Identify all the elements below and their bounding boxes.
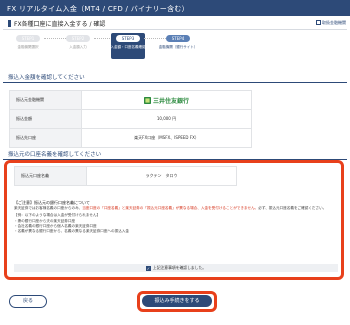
- step-label: 金融機関（銀行サイト）: [158, 45, 198, 49]
- destination-account: 楽天FX口座（MSFX、ISPEED FX）: [81, 128, 252, 148]
- notice-body: 楽天証券ではお客様名義の口座からのみ、当座口座の「口座名義」と楽天証券の「振込元…: [14, 206, 327, 211]
- back-button[interactable]: 戻る: [9, 295, 47, 308]
- subtitle-marker: [8, 20, 11, 27]
- bank-logo-icon: [143, 96, 151, 104]
- step-label: 入金額・口座名義確認: [110, 45, 146, 49]
- account-holder-name: ラクテン タロウ: [86, 166, 237, 186]
- row-key: 振込元口座名義: [14, 166, 87, 186]
- page-header-title: FX リアルタイム入金（MT4 / CFD / バイナリー含む）: [7, 5, 189, 13]
- checkbox-checked-icon[interactable]: ✓: [145, 265, 151, 271]
- table-row: 振込金額 10,000 円: [9, 109, 252, 129]
- bank-list-link[interactable]: 取扱金融機関: [316, 20, 346, 26]
- confirm-name-title: 振込元の口座名義を確認してください: [8, 152, 102, 158]
- bank-name: 三井住友銀行: [152, 97, 189, 105]
- submit-transfer-button[interactable]: 振込み手続きをする: [142, 295, 212, 307]
- table-row: 振込元金融機関 三井住友銀行: [9, 90, 252, 110]
- row-key: 振込元金融機関: [9, 90, 82, 110]
- bank-icon: [316, 20, 321, 25]
- step-label: 入金額入力: [69, 45, 87, 49]
- amount-value: 10,000 円: [81, 109, 252, 129]
- step-number: STEP2: [66, 35, 90, 42]
- list-item: ・名義が異なる銀行口座から、名義の異なる楽天証券口座への振込入金: [14, 229, 129, 234]
- agree-label: 上記注意事項を確認しました。: [152, 265, 207, 270]
- table-row: 振込元口座名義 ラクテン タロウ: [14, 166, 237, 186]
- step-number: STEP1: [16, 35, 40, 42]
- step-number: STEP4: [166, 35, 190, 42]
- notice-heading: 【ご注意】振込元の銀行口座名義について: [14, 200, 90, 205]
- divider: [3, 29, 347, 30]
- account-name-table: 振込元口座名義 ラクテン タロウ: [14, 166, 237, 186]
- step-number: STEP3: [116, 35, 140, 42]
- page-subtitle: FX各種口座に直接入金する / 確認: [8, 19, 105, 28]
- step-2: STEP2 入金額入力: [60, 32, 118, 60]
- step-label: 金融機関選択: [17, 45, 39, 49]
- step-4: STEP4 金融機関（銀行サイト）: [158, 32, 198, 60]
- row-key: 振込金額: [9, 109, 82, 129]
- confirm-amount-title: 振込入金額を確認してください: [8, 75, 85, 81]
- bank-cell: 三井住友銀行: [81, 90, 252, 110]
- row-key: 振込先口座: [9, 128, 82, 148]
- section-underline: [3, 82, 347, 83]
- amount-table: 振込元金融機関 三井住友銀行 振込金額 10,000 円 振込先口座 楽天FX口…: [9, 90, 252, 148]
- agree-checkbox-row[interactable]: ✓ 上記注意事項を確認しました。: [14, 264, 338, 272]
- account-name-notice: 【ご注意】振込元の銀行口座名義について 楽天証券ではお客様名義の口座からのみ、当…: [14, 200, 338, 234]
- step-1: STEP1 金融機関選択: [10, 32, 68, 60]
- header-bar: FX リアルタイム入金（MT4 / CFD / バイナリー含む）: [0, 0, 350, 16]
- table-row: 振込先口座 楽天FX口座（MSFX、ISPEED FX）: [9, 128, 252, 148]
- step-3-current: STEP3 入金額・口座名義確認: [110, 32, 168, 60]
